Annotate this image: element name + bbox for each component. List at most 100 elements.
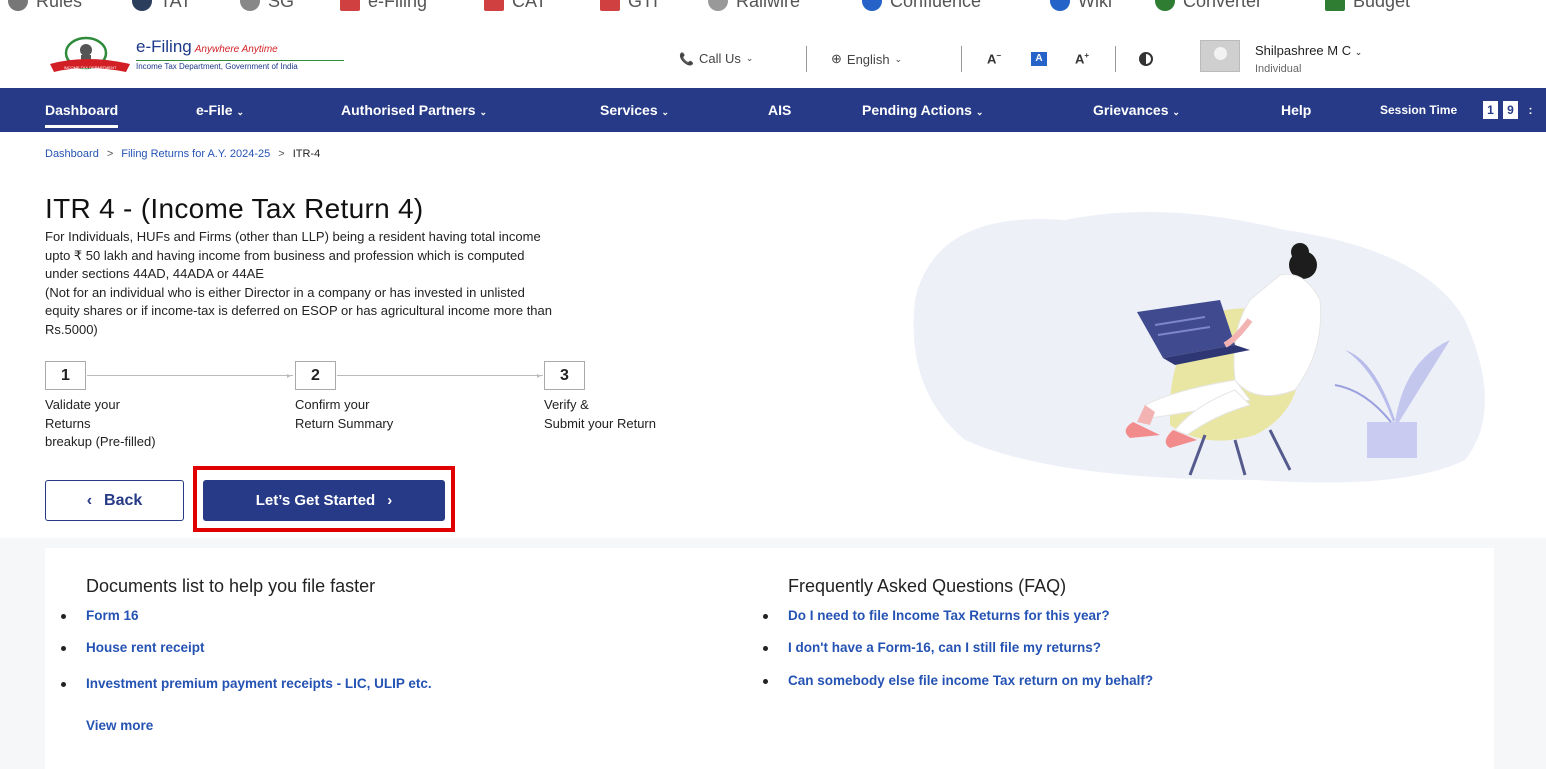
font-decrease-button[interactable]: A− [987,51,1001,66]
nav-ais[interactable]: AIS [768,88,791,132]
bookmark-gti[interactable]: GTI [600,0,658,12]
arrow-right-icon: ▸ [287,371,292,380]
step-label-line: Verify & [544,397,589,412]
nav-help[interactable]: Help [1281,88,1311,132]
bookmark-railwire[interactable]: Railwire [708,0,800,12]
font-increase-label: A [1075,51,1085,67]
nav-authorised-partners[interactable]: Authorised Partners ⌄ [341,88,487,132]
bookmark-sg[interactable]: SG [240,0,294,12]
description-line: equity shares or if income-tax is deferr… [45,303,552,318]
chevron-down-icon: ⌄ [894,53,903,64]
user-menu[interactable]: Shilpashree M C ⌄ [1255,43,1362,58]
breadcrumb-filing-returns[interactable]: Filing Returns for A.Y. 2024-25 [121,148,270,160]
bookmark-wiki[interactable]: Wiki [1050,0,1112,12]
nav-label: Help [1281,102,1312,118]
description-line: (Not for an individual who is either Dir… [45,284,525,300]
breadcrumb-current: ITR-4 [292,148,321,160]
chevron-down-icon: ⌄ [479,107,488,117]
chevron-down-icon: ⌄ [236,107,245,117]
faq-item-label: I don't have a Form-16, can I still file… [788,640,1102,655]
bookmark-label: Confluence [890,0,982,11]
step-number-1: 1 [45,361,86,390]
bullet-icon [61,646,66,651]
step-label-line: Submit your Return [544,415,656,431]
chevron-down-icon: ⌄ [661,107,670,117]
document-item-label: Investment premium payment receipts - LI… [86,676,432,691]
view-more-link[interactable]: View more [86,718,153,733]
user-role: Individual [1255,63,1302,75]
contrast-icon[interactable] [1139,52,1153,66]
bookmark-rules[interactable]: Rules [8,0,82,12]
logo-title[interactable]: e-Filing Anywhere Anytime [136,37,278,57]
nav-label: AIS [768,102,792,118]
nav-label: Dashboard [45,102,119,118]
bookmark-label: SG [268,0,295,11]
bookmark-efiling[interactable]: e-Filing [340,0,427,12]
language-dropdown[interactable]: ⊕ English ⌄ [831,51,902,67]
avatar[interactable] [1200,40,1240,72]
nav-pending-actions[interactable]: Pending Actions ⌄ [862,88,983,132]
nav-dashboard[interactable]: Dashboard [45,88,119,132]
bookmark-icon [1155,0,1175,11]
bookmark-label: CAT [512,0,547,11]
call-us-dropdown[interactable]: 📞 Call Us ⌄ [679,51,753,66]
bookmark-label: Railwire [736,0,801,11]
globe-icon: ⊕ [831,51,842,66]
document-item[interactable]: Form 16 [61,608,139,623]
faq-item[interactable]: Do I need to file Income Tax Returns for… [763,608,1110,623]
bookmark-label: e-Filing [368,0,428,11]
faq-item[interactable]: I don't have a Form-16, can I still file… [763,640,1102,655]
efiling-emblem-icon[interactable]: INCOME TAX DEPARTMENT [46,34,132,76]
logo-tagline: Anywhere Anytime [194,44,278,55]
back-button[interactable]: ‹ Back [45,480,184,521]
bullet-icon [61,682,66,687]
header-divider [961,46,962,72]
nav-label: Grievances [1093,102,1169,118]
bookmark-confluence[interactable]: Confluence [862,0,981,12]
breadcrumb: Dashboard > Filing Returns for A.Y. 2024… [45,148,320,160]
bullet-icon [61,614,66,619]
nav-efile[interactable]: e-File ⌄ [196,88,244,132]
nav-label: Authorised Partners [341,102,476,118]
chevron-down-icon: ⌄ [745,53,754,63]
document-item[interactable]: House rent receipt [61,640,205,655]
header-divider [806,46,807,72]
bookmark-label: Budget [1353,0,1411,11]
description-line: Rs.5000) [45,321,98,337]
faq-title: Frequently Asked Questions (FAQ) [788,576,1067,596]
font-decrease-label: A [987,51,997,67]
logo-subtitle: Income Tax Department, Government of Ind… [136,60,344,71]
nav-label: e-File [196,102,233,118]
bookmarks-bar: Rules TAT SG e-Filing CAT GTI Railwire C… [0,0,1546,22]
nav-label: Services [600,102,658,118]
chevron-down-icon: ⌄ [1172,107,1180,117]
breadcrumb-separator: > [278,148,285,160]
chevron-left-icon: ‹ [86,491,93,509]
session-digit: : [1528,103,1533,117]
call-us-label: Call Us [698,51,741,66]
woman-laptop-illustration [913,212,1485,483]
breadcrumb-dashboard[interactable]: Dashboard [45,148,99,160]
chevron-down-icon: ⌄ [1354,47,1363,57]
bookmark-cat[interactable]: CAT [484,0,547,12]
faq-item[interactable]: Can somebody else file income Tax return… [763,673,1153,688]
bookmark-icon [1325,0,1345,11]
font-increase-button[interactable]: A+ [1075,51,1089,66]
logo-title-text: e-Filing [136,37,192,56]
bookmark-budget[interactable]: Budget [1325,0,1410,12]
bookmark-icon [600,0,620,11]
header-divider [1115,46,1116,72]
nav-services[interactable]: Services ⌄ [600,88,669,132]
session-time-label: Session Time [1380,103,1458,117]
font-normal-button[interactable]: A [1031,52,1047,66]
document-item[interactable]: Investment premium payment receipts - LI… [61,676,432,691]
step-connector [87,375,293,376]
bookmark-tat[interactable]: TAT [132,0,191,12]
bookmark-label: TAT [160,0,192,11]
breadcrumb-separator: > [106,148,114,160]
bookmark-converter[interactable]: Converter [1155,0,1262,12]
nav-grievances[interactable]: Grievances ⌄ [1093,88,1180,132]
step-label-line: Validate your [45,397,120,412]
step-number-3: 3 [544,361,585,390]
document-item-label: Form 16 [86,608,139,623]
